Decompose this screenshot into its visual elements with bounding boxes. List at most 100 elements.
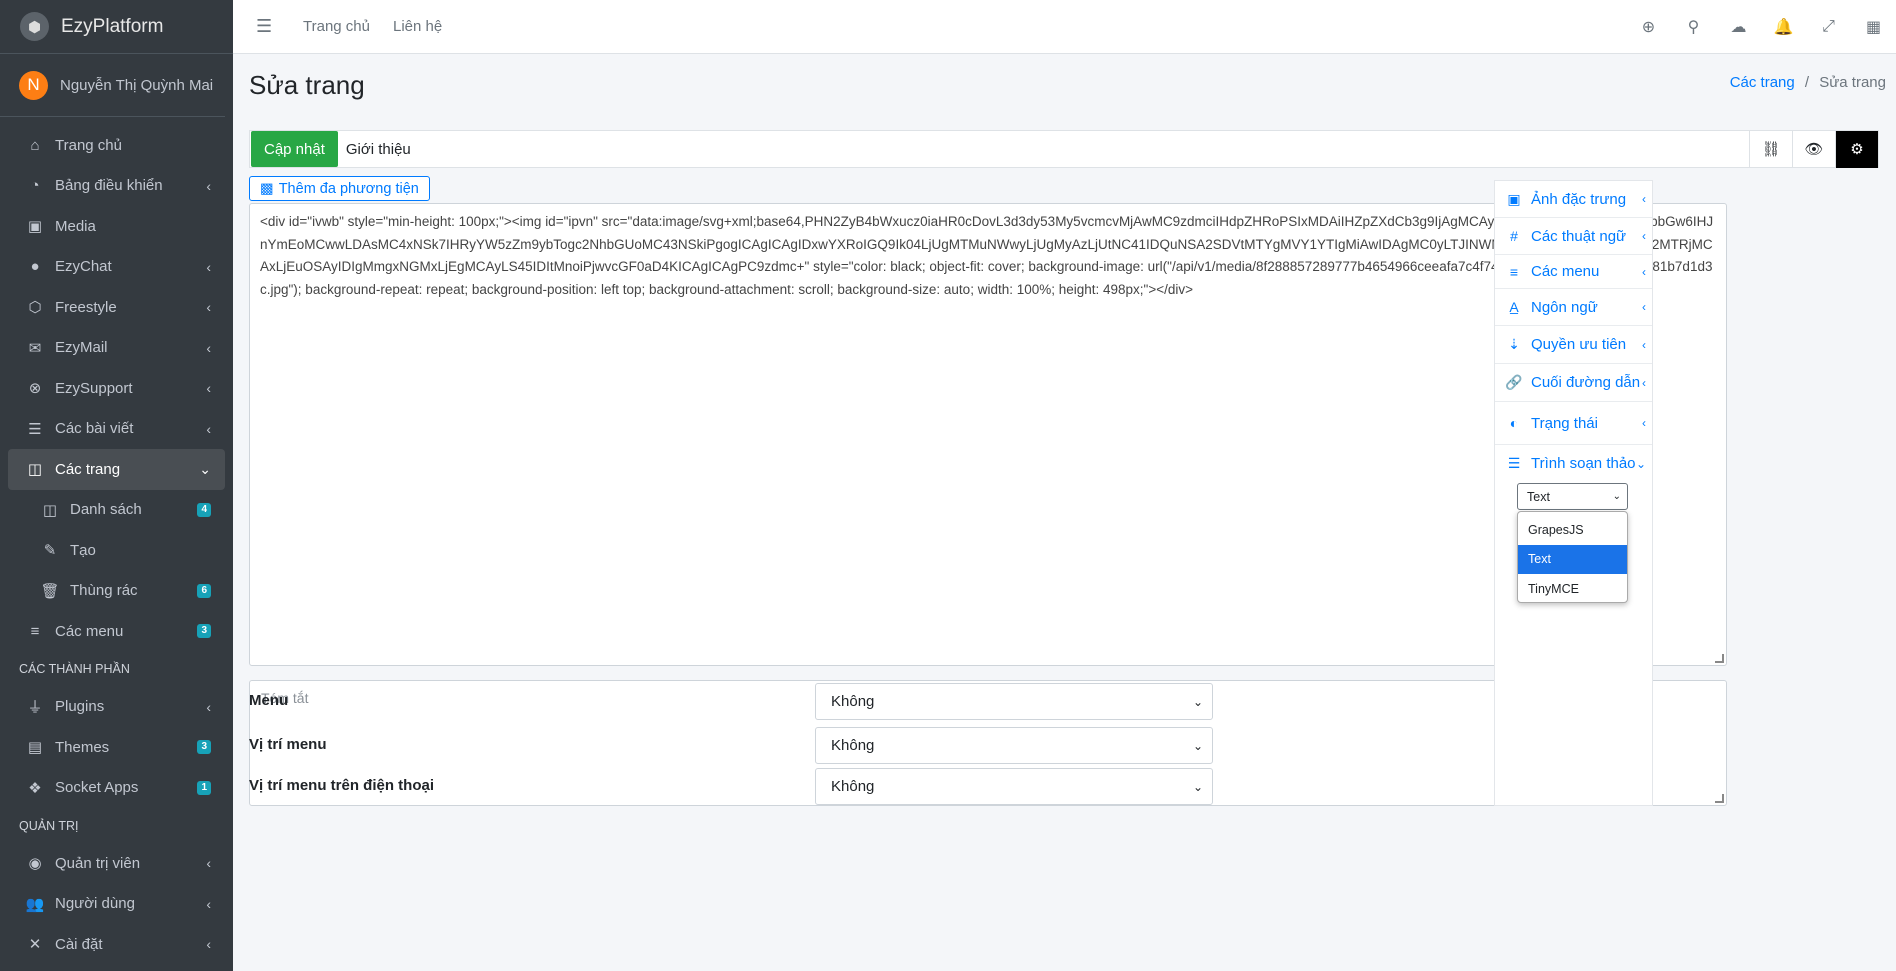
chevron-left-icon: ‹ xyxy=(206,339,211,356)
sidebar-item-freestyle[interactable]: ⬡ Freestyle ‹ xyxy=(8,287,225,328)
side-item-label: Trình soạn thảo xyxy=(1531,455,1636,472)
sidebar-item-media[interactable]: ▣ Media xyxy=(8,206,225,247)
chevron-left-icon: ‹ xyxy=(206,380,211,397)
topbar-home-link[interactable]: Trang chủ xyxy=(303,18,370,35)
option-grapesjs[interactable]: GrapesJS xyxy=(1518,515,1627,545)
sidebar-item-page-create[interactable]: ✎ Tạo xyxy=(8,530,225,571)
search-icon[interactable]: ⚲ xyxy=(1671,17,1716,37)
sidebar-item-dashboard[interactable]: ◔ Bảng điều khiển ‹ xyxy=(8,166,225,207)
mobile-menu-position-select[interactable]: Không ⌄ xyxy=(815,768,1213,805)
chevron-left-icon: ‹ xyxy=(206,895,211,912)
title-toolbar: Cập nhật Giới thiệu ⛓ 👁 ⚙ xyxy=(249,130,1879,168)
users-icon: 👥 xyxy=(25,895,45,913)
brand[interactable]: ⬢ EzyPlatform xyxy=(0,0,233,54)
settings-button[interactable]: ⚙ xyxy=(1835,130,1878,168)
select-value: Không xyxy=(831,693,875,710)
chevron-left-icon: ‹ xyxy=(206,855,211,872)
add-media-button[interactable]: ▩ Thêm đa phương tiện xyxy=(249,176,430,201)
editor-type-dropdown: GrapesJS Text TinyMCE xyxy=(1517,511,1628,603)
link-icon: 🔗 xyxy=(1505,374,1523,390)
mail-icon: ✉ xyxy=(28,339,42,357)
chevron-left-icon: ‹ xyxy=(1642,375,1646,390)
menu-select[interactable]: Không ⌄ xyxy=(815,683,1213,720)
sidebar-item-users[interactable]: 👥 Người dùng ‹ xyxy=(8,884,225,925)
sidebar-item-themes[interactable]: ▤ Themes 3 xyxy=(8,727,225,768)
side-item-language[interactable]: A̲ Ngôn ngữ ‹ xyxy=(1495,289,1652,326)
preview-button[interactable]: 👁 xyxy=(1792,130,1835,168)
globe-icon[interactable]: ⊕ xyxy=(1626,17,1671,37)
lifebuoy-icon: ⊗ xyxy=(28,380,42,398)
chevron-left-icon: ‹ xyxy=(1642,337,1646,352)
count-badge: 6 xyxy=(197,583,211,598)
side-item-editor[interactable]: ☰ Trình soạn thảo ⌄ xyxy=(1495,445,1652,482)
side-item-menus[interactable]: ≡ Các menu ‹ xyxy=(1495,255,1652,289)
sidebar-nav: ⌂ Trang chủ ◔ Bảng điều khiển ‹ ▣ Media … xyxy=(0,117,233,965)
page-title: Sửa trang xyxy=(249,70,365,100)
side-item-label: Ngôn ngữ xyxy=(1531,298,1598,316)
sidebar-item-admins[interactable]: ◉ Quản trị viên ‹ xyxy=(8,843,225,884)
language-icon: A̲ xyxy=(1509,299,1519,315)
sidebar-item-page-trash[interactable]: 🗑 Thùng rác 6 xyxy=(8,571,225,612)
bell-icon[interactable]: 🔔 xyxy=(1761,17,1806,37)
topbar-contact-link[interactable]: Liên hệ xyxy=(393,18,442,35)
menu-position-select[interactable]: Không ⌄ xyxy=(815,727,1213,764)
sidebar-item-socket-apps[interactable]: ❖ Socket Apps 1 xyxy=(8,768,225,809)
comments-icon[interactable]: ☁ xyxy=(1716,17,1761,37)
side-item-label: Trạng thái xyxy=(1531,414,1598,432)
sidebar-item-page-list[interactable]: ◫ Danh sách 4 xyxy=(8,490,225,531)
breadcrumb: Các trang / Sửa trang xyxy=(1730,74,1886,91)
avatar: N xyxy=(19,70,48,100)
sidebar-item-label: Socket Apps xyxy=(55,779,139,797)
topbar: ☰ Trang chủ Liên hệ ⊕ ⚲ ☁ 🔔 ⤢ ▦ xyxy=(233,0,1896,54)
sort-icon: ⇣ xyxy=(1508,336,1520,352)
breadcrumb-parent-link[interactable]: Các trang xyxy=(1730,74,1795,91)
page-title-input[interactable]: Giới thiệu xyxy=(346,141,1749,158)
menu-label: Menu xyxy=(249,692,289,709)
user-panel[interactable]: N Nguyễn Thị Quỳnh Mai xyxy=(0,54,225,117)
nav-header-components: CÁC THÀNH PHẦN xyxy=(19,662,130,676)
sidebar-item-posts[interactable]: ☰ Các bài viết ‹ xyxy=(8,409,225,450)
plug-icon: ⏚ xyxy=(27,699,43,717)
hamburger-icon[interactable]: ☰ xyxy=(256,16,286,37)
cubes-icon: ❖ xyxy=(28,779,42,797)
sidebar-item-label: EzySupport xyxy=(55,379,133,397)
sidebar: ⬢ EzyPlatform N Nguyễn Thị Quỳnh Mai ⌂ T… xyxy=(0,0,233,971)
sidebar-item-label: Quản trị viên xyxy=(55,854,141,872)
sidebar-item-home[interactable]: ⌂ Trang chủ xyxy=(8,125,225,166)
option-text[interactable]: Text xyxy=(1518,544,1627,574)
sidebar-item-ezychat[interactable]: ● EzyChat ‹ xyxy=(8,247,225,288)
unlink-button[interactable]: ⛓ xyxy=(1749,130,1792,168)
grid-icon[interactable]: ▦ xyxy=(1851,17,1896,37)
option-tinymce[interactable]: TinyMCE xyxy=(1518,574,1627,604)
user-icon: ◉ xyxy=(28,855,42,873)
sidebar-item-ezymail[interactable]: ✉ EzyMail ‹ xyxy=(8,328,225,369)
side-item-priority[interactable]: ⇣ Quyền ưu tiên ‹ xyxy=(1495,326,1652,364)
columns-icon: ◫ xyxy=(27,461,43,479)
eye-icon: 👁 xyxy=(1804,141,1824,158)
update-button[interactable]: Cập nhật xyxy=(251,131,338,167)
editor-type-select[interactable]: Text ⌄ xyxy=(1517,483,1628,510)
sidebar-item-settings[interactable]: ✕ Cài đặt ‹ xyxy=(8,924,225,965)
gear-icon: ⚙ xyxy=(1850,141,1864,158)
sidebar-item-ezysupport[interactable]: ⊗ EzySupport ‹ xyxy=(8,368,225,409)
sidebar-item-menus[interactable]: ≡ Các menu 3 xyxy=(8,611,225,652)
side-item-status[interactable]: ◐ Trạng thái ‹ xyxy=(1495,402,1652,445)
sidebar-item-plugins[interactable]: ⏚ Plugins ‹ xyxy=(8,687,225,728)
sidebar-item-pages[interactable]: ◫ Các trang ⌄ xyxy=(8,449,225,490)
resize-handle[interactable] xyxy=(1715,654,1724,663)
toggle-icon: ◐ xyxy=(1509,415,1519,431)
chevron-left-icon: ‹ xyxy=(206,936,211,953)
resize-handle[interactable] xyxy=(1715,794,1724,803)
side-item-label: Cuối đường dẫn xyxy=(1531,374,1641,391)
side-item-featured-image[interactable]: ▣ Ảnh đặc trưng ‹ xyxy=(1495,181,1652,218)
sidebar-item-label: Cài đặt xyxy=(55,935,103,953)
chevron-down-icon: ⌄ xyxy=(1192,694,1203,709)
topbar-icons: ⊕ ⚲ ☁ 🔔 ⤢ ▦ xyxy=(1626,0,1896,54)
sidebar-item-label: Tạo xyxy=(70,541,96,559)
sidebar-item-label: Media xyxy=(55,217,96,235)
fullscreen-icon[interactable]: ⤢ xyxy=(1806,18,1851,36)
side-item-label: Các thuật ngữ xyxy=(1531,227,1627,245)
side-item-slug[interactable]: 🔗 Cuối đường dẫn ‹ xyxy=(1495,364,1652,402)
sidebar-item-label: Các menu xyxy=(55,622,124,640)
side-item-terms[interactable]: # Các thuật ngữ ‹ xyxy=(1495,218,1652,255)
